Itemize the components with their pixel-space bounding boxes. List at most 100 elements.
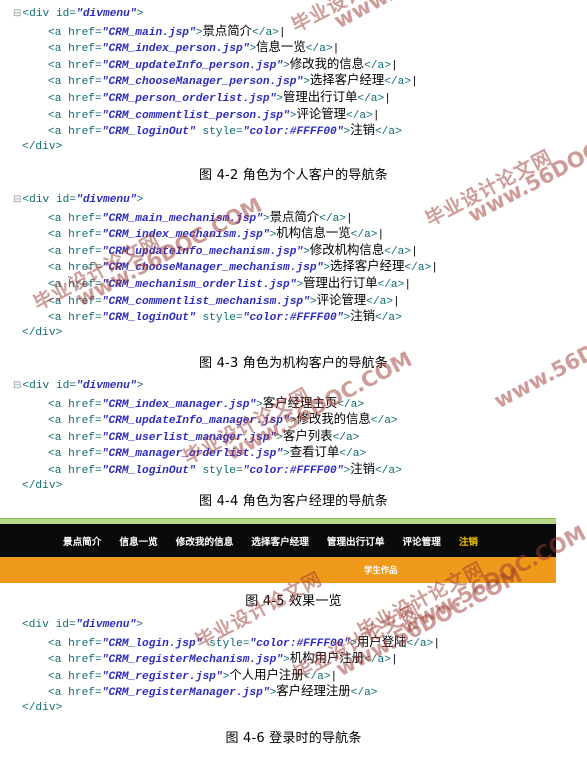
code-token-link-text: 管理出行订单	[303, 274, 378, 290]
code-token-attr-name: href=	[68, 654, 102, 667]
code-token-link-text: 注销	[350, 122, 375, 138]
code-token-tag: <a	[48, 312, 69, 325]
navbar-item-logout[interactable]: 注销	[459, 534, 478, 548]
code-line-anchor: <a href="CRM_updateInfo_person.jsp">修改我的…	[0, 56, 587, 73]
code-token-tag: <a	[48, 398, 69, 411]
code-line-anchor: <a href="CRM_registerMechanism.jsp">机构用户…	[0, 650, 587, 667]
navbar-item-link[interactable]: 景点简介	[63, 534, 101, 548]
navbar-orange-strip: 学生作品	[0, 557, 556, 583]
code-token-href-value: "CRM_manager_orderlist.jsp"	[101, 448, 284, 461]
code-token-attr-name: href=	[68, 637, 102, 650]
code-token-tag: >	[283, 448, 290, 461]
code-token-href-value: "CRM_register.jsp"	[101, 670, 223, 683]
code-block-manager-nav: ⊟<div id="divmenu"> <a href="CRM_index_ma…	[0, 378, 587, 494]
code-token-link-text: 机构用户注册	[289, 650, 365, 666]
code-token-tag: <a	[48, 637, 69, 650]
code-block-person-nav: ⊟<div id="divmenu"> <a href="CRM_main.jsp…	[0, 6, 587, 155]
code-line-anchor: <a href="CRM_index_mechanism.jsp">机构信息一览…	[0, 225, 587, 242]
code-token-tag: <a	[48, 92, 69, 105]
code-line-anchor: <a href="CRM_registerManager.jsp">客户经理注册…	[0, 683, 587, 700]
code-token-link-text: 景点简介	[269, 208, 320, 224]
code-token-tag: </div>	[22, 140, 63, 153]
code-token-tag: </a>	[384, 76, 412, 89]
code-token-tag: </a>	[303, 670, 331, 683]
code-line-anchor: <a href="CRM_userlist_manager.jsp">客户列表<…	[0, 428, 587, 445]
code-token-separator: |	[377, 229, 385, 242]
code-line-open-div: ⊟<div id="divmenu">	[0, 192, 587, 209]
code-token-tag: </a>	[350, 687, 378, 700]
code-token-separator: |	[332, 43, 340, 56]
code-line-anchor: <a href="CRM_mechanism_orderlist.jsp">管理…	[0, 275, 587, 292]
navbar-item-link[interactable]: 评论管理	[402, 534, 440, 548]
code-line-anchor: <a href="CRM_register.jsp">个人用户注册</a>|	[0, 667, 587, 684]
code-token-tag: <a	[48, 278, 69, 291]
code-token-tag: </a>	[374, 464, 402, 477]
code-token-link-text: 修改机构信息	[309, 241, 385, 257]
code-token-tag: <a	[48, 670, 69, 683]
code-token-link-text: 信息一览	[256, 39, 306, 55]
code-token-href-value: "CRM_login.jsp"	[101, 637, 203, 650]
code-line-anchor: <a href="CRM_login.jsp" style="color:#FF…	[0, 634, 587, 651]
code-token-href-value: "CRM_commentlist_mechanism.jsp"	[101, 295, 310, 308]
code-token-href-value: "CRM_updateInfo_person.jsp"	[101, 59, 284, 72]
code-token-tag: >	[136, 380, 144, 392]
code-token-tag: </a>	[406, 637, 434, 650]
caption-fig-4-2: 图 4-2 角色为个人客户的导航条	[199, 168, 388, 183]
navbar-item-link[interactable]: 管理出行订单	[327, 534, 385, 548]
caption-fig-4-3: 图 4-3 角色为机构客户的导航条	[199, 356, 388, 371]
navbar-item-link[interactable]: 信息一览	[119, 534, 157, 548]
code-fold-icon[interactable]: ⊟	[13, 380, 21, 391]
code-block-login-nav: <div id="divmenu"> <a href="CRM_login.jsp…	[0, 617, 587, 717]
code-token-tag: </a>	[252, 26, 279, 39]
caption-fig-4-6: 图 4-6 登录时的导航条	[225, 731, 362, 746]
code-token-tag: </a>	[384, 245, 412, 258]
code-token-tag: </div>	[22, 326, 63, 339]
code-token-attr-value: "divmenu"	[75, 619, 137, 631]
code-token-separator: |	[372, 109, 380, 122]
code-token-link-text: 选择客户经理	[309, 72, 385, 88]
code-token-tag: >	[276, 92, 284, 105]
code-token-tag: </a>	[332, 431, 360, 444]
code-token-link-text: 选择客户经理	[330, 258, 405, 274]
code-line-anchor: <a href="CRM_chooseManager_person.jsp">选…	[0, 72, 587, 89]
code-line-anchor: <a href="CRM_updateInfo_mechanism.jsp">修…	[0, 242, 587, 259]
code-token-separator: |	[346, 212, 353, 225]
code-token-tag: >	[136, 8, 144, 20]
code-token-tag: </a>	[357, 92, 385, 105]
navbar-item-link[interactable]: 修改我的信息	[176, 534, 234, 548]
code-token-attr-name: href=	[68, 212, 102, 225]
code-token-tag: >	[136, 619, 143, 631]
navbar-item-link[interactable]: 选择客户经理	[251, 534, 309, 548]
code-token-tag: <div	[22, 194, 56, 206]
code-token-separator: |	[393, 295, 400, 308]
code-token-attr-name: style=	[202, 464, 243, 477]
code-token-attr-name: style=	[209, 637, 250, 650]
code-token-tag: <a	[48, 76, 69, 89]
code-token-attr-name: id=	[55, 194, 77, 206]
code-token-separator: |	[431, 262, 438, 275]
code-line-anchor: <a href="CRM_manager_orderlist.jsp">查看订单…	[0, 444, 587, 461]
code-token-attr-name: href=	[68, 448, 102, 461]
code-fold-icon[interactable]: ⊟	[13, 194, 21, 205]
code-token-link-text: 查看订单	[289, 444, 340, 460]
code-token-href-value: "CRM_updateInfo_manager.jsp"	[101, 415, 290, 428]
code-token-link-text: 个人用户注册	[229, 666, 304, 682]
code-token-tag: </a>	[374, 126, 402, 139]
code-token-attr-name: href=	[68, 126, 102, 139]
code-token-attr-name: href=	[68, 43, 102, 56]
code-line-anchor: <a href="CRM_updateInfo_manager.jsp">修改我…	[0, 411, 587, 428]
code-token-attr-name: href=	[68, 670, 102, 683]
code-token-attr-name: style=	[202, 126, 243, 139]
code-fold-icon[interactable]: ⊟	[13, 8, 21, 19]
code-token-href-value: "CRM_commentlist_person.jsp"	[101, 109, 290, 122]
code-token-tag: </div>	[22, 701, 63, 714]
code-token-href-value: "CRM_updateInfo_mechanism.jsp"	[101, 245, 304, 258]
code-token-tag: >	[303, 76, 310, 89]
code-token-href-value: "CRM_index_mechanism.jsp"	[101, 229, 270, 242]
code-token-tag: <a	[48, 26, 69, 39]
code-token-tag: </a>	[374, 312, 402, 325]
code-token-href-value: "CRM_main.jsp"	[101, 26, 196, 39]
code-token-attr-name: href=	[68, 398, 102, 411]
code-token-tag: <div	[22, 380, 56, 392]
code-line-anchor: <a href="CRM_main.jsp">景点简介</a>|	[0, 23, 587, 40]
